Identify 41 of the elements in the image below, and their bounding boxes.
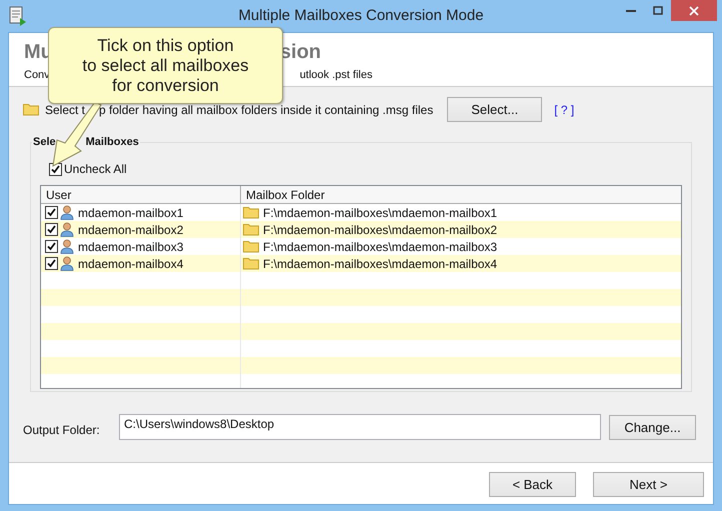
callout-text: for conversion bbox=[112, 76, 219, 96]
row-checkbox[interactable] bbox=[45, 206, 58, 220]
minimize-icon bbox=[626, 10, 636, 12]
app-icon bbox=[9, 6, 27, 26]
maximize-icon bbox=[652, 6, 662, 16]
output-folder-label: Output Folder: bbox=[23, 422, 101, 439]
help-link[interactable]: [ ? ] bbox=[554, 100, 574, 119]
folder-icon bbox=[23, 103, 39, 116]
source-instruction: Select t bbox=[45, 102, 86, 119]
person-icon bbox=[60, 239, 74, 254]
uncheck-all-label: Uncheck All bbox=[64, 161, 127, 178]
user-cell-text: mdaemon-mailbox1 bbox=[78, 204, 184, 222]
row-checkbox[interactable] bbox=[45, 223, 58, 236]
callout-text: to select all mailboxes bbox=[82, 56, 249, 76]
callout-text: Tick on this option bbox=[97, 36, 234, 56]
person-icon bbox=[60, 205, 74, 220]
window-title: Multiple Mailboxes Conversion Mode bbox=[237, 6, 485, 26]
change-button[interactable]: Change... bbox=[609, 414, 696, 440]
person-icon bbox=[60, 222, 74, 238]
row-checkbox[interactable] bbox=[45, 257, 58, 270]
output-folder-field[interactable]: C:\Users\windows8\Desktop bbox=[119, 414, 601, 440]
folder-cell-text: F:\mdaemon-mailboxes\mdaemon-mailbox3 bbox=[263, 238, 498, 256]
folder-cell-text: F:\mdaemon-mailboxes\mdaemon-mailbox1 bbox=[263, 204, 498, 222]
back-button[interactable]: < Back bbox=[489, 472, 576, 498]
next-button[interactable]: Next > bbox=[593, 472, 704, 498]
source-instruction: p folder having all mailbox folders inside it containing .msg files bbox=[99, 102, 434, 119]
user-cell-text: mdaemon-mailbox2 bbox=[78, 222, 184, 239]
folder-cell-text: F:\mdaemon-mailboxes\mdaemon-mailbox2 bbox=[263, 222, 498, 239]
group-label: Mailboxes bbox=[86, 135, 139, 150]
close-icon bbox=[689, 6, 699, 16]
header-subtitle: utlook .pst files bbox=[300, 68, 372, 83]
folder-cell-text: F:\mdaemon-mailboxes\mdaemon-mailbox4 bbox=[263, 256, 498, 273]
row-checkbox[interactable] bbox=[45, 240, 58, 254]
column-header[interactable]: Mailbox Folder bbox=[241, 186, 681, 204]
column-header[interactable]: User bbox=[41, 186, 241, 204]
group-label: Sele bbox=[33, 135, 56, 150]
user-cell-text: mdaemon-mailbox3 bbox=[78, 238, 184, 256]
person-icon bbox=[60, 256, 74, 272]
close-button[interactable] bbox=[671, 0, 717, 21]
select-button[interactable]: Select... bbox=[447, 97, 542, 122]
user-cell-text: mdaemon-mailbox4 bbox=[78, 256, 184, 273]
